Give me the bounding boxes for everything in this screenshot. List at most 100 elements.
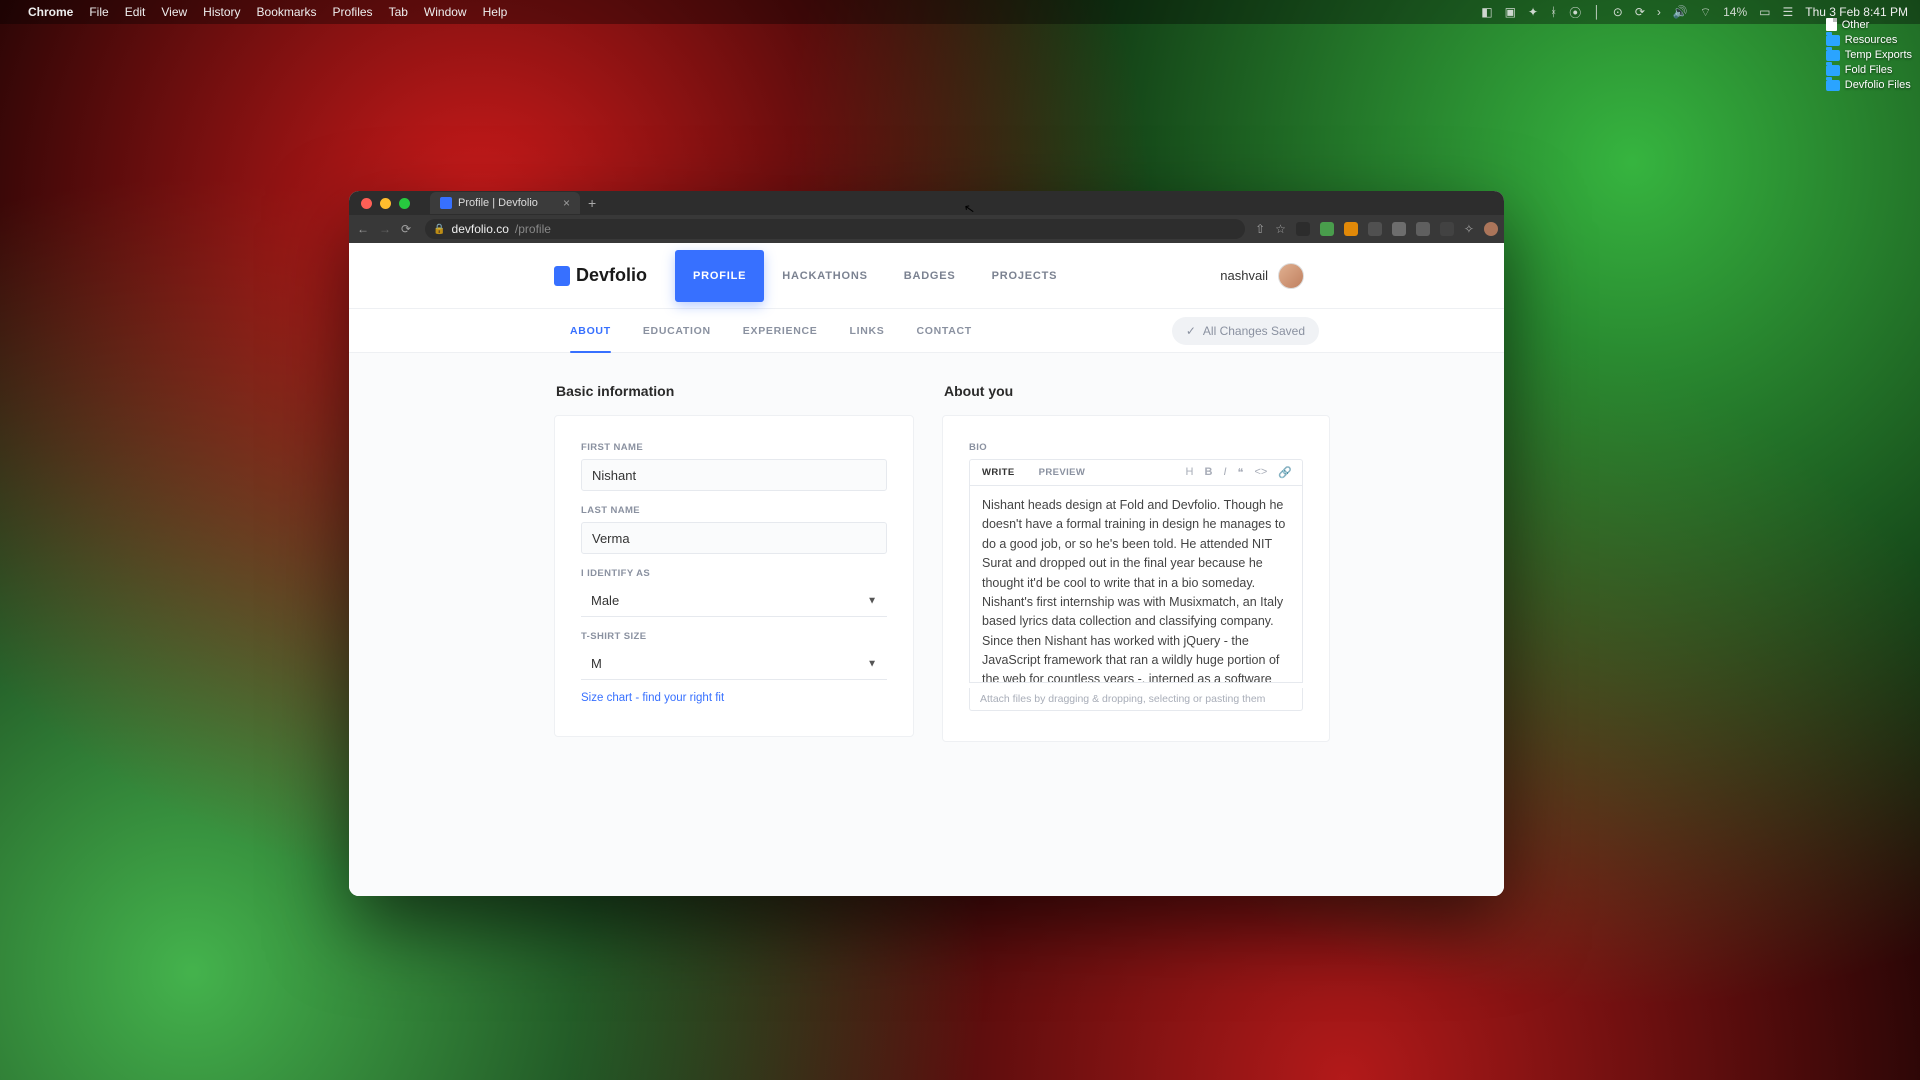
about-you-card: BIO WRITE PREVIEW H B I ❝ <> 🔗 (942, 415, 1330, 742)
chevron-down-icon: ▼ (867, 596, 877, 607)
label-bio: BIO (969, 442, 1303, 453)
label-last-name: LAST NAME (581, 505, 887, 516)
menu-view[interactable]: View (161, 5, 187, 19)
menu-bookmarks[interactable]: Bookmarks (257, 5, 317, 19)
window-minimize[interactable] (380, 198, 391, 209)
status-icon[interactable]: ⟳ (1635, 5, 1645, 19)
menu-file[interactable]: File (89, 5, 108, 19)
address-bar[interactable]: 🔒 devfolio.co/profile (425, 219, 1245, 239)
new-tab-button[interactable]: + (588, 195, 596, 211)
quote-icon[interactable]: ❝ (1238, 466, 1244, 479)
nav-reload-icon[interactable]: ⟳ (401, 222, 411, 236)
battery-percent[interactable]: 14% (1723, 5, 1747, 19)
section-title-basic: Basic information (556, 383, 914, 399)
desktop-item[interactable]: Resources (1826, 34, 1912, 46)
window-close[interactable] (361, 198, 372, 209)
status-icon[interactable]: │ (1593, 5, 1601, 19)
bio-hint[interactable]: Attach files by dragging & dropping, sel… (969, 688, 1303, 711)
section-title-about: About you (944, 383, 1330, 399)
status-icon[interactable]: › (1657, 5, 1661, 19)
window-titlebar[interactable]: Profile | Devfolio × + (349, 191, 1504, 215)
nav-profile[interactable]: PROFILE (675, 250, 764, 302)
extension-icon[interactable] (1440, 222, 1454, 236)
favicon-icon (440, 197, 452, 209)
page-content: Devfolio PROFILE HACKATHONS BADGES PROJE… (349, 243, 1504, 896)
subtab-about[interactable]: ABOUT (554, 309, 627, 352)
profile-subnav: ABOUT EDUCATION EXPERIENCE LINKS CONTACT… (349, 309, 1504, 353)
bio-toolbar: WRITE PREVIEW H B I ❝ <> 🔗 (969, 459, 1303, 485)
status-icon[interactable]: ✦ (1528, 5, 1538, 19)
window-zoom[interactable] (399, 198, 410, 209)
first-name-input[interactable] (581, 459, 887, 491)
browser-tab[interactable]: Profile | Devfolio × (430, 192, 580, 214)
logo-mark-icon (554, 266, 570, 286)
status-icon[interactable]: ⊙ (1613, 5, 1623, 19)
nav-hackathons[interactable]: HACKATHONS (764, 243, 885, 308)
extension-icon[interactable] (1368, 222, 1382, 236)
bio-preview-tab[interactable]: PREVIEW (1027, 467, 1098, 478)
desktop-item[interactable]: Fold Files (1826, 64, 1912, 76)
last-name-input[interactable] (581, 522, 887, 554)
desktop-item[interactable]: Devfolio Files (1826, 79, 1912, 91)
menu-edit[interactable]: Edit (125, 5, 146, 19)
code-icon[interactable]: <> (1254, 466, 1267, 479)
share-icon[interactable]: ⇧ (1255, 222, 1265, 236)
subtab-contact[interactable]: CONTACT (900, 309, 987, 352)
bio-write-tab[interactable]: WRITE (970, 467, 1027, 478)
control-center-icon[interactable]: ☰ (1783, 5, 1794, 19)
nav-badges[interactable]: BADGES (886, 243, 974, 308)
url-path: /profile (515, 222, 551, 236)
extension-icon[interactable] (1392, 222, 1406, 236)
check-icon: ✓ (1186, 324, 1196, 338)
tshirt-select[interactable] (581, 648, 887, 680)
subtab-education[interactable]: EDUCATION (627, 309, 727, 352)
bold-icon[interactable]: B (1205, 466, 1213, 479)
label-tshirt: T-SHIRT SIZE (581, 631, 887, 642)
lock-icon: 🔒 (433, 224, 445, 235)
chevron-down-icon: ▼ (867, 659, 877, 670)
heading-icon[interactable]: H (1186, 466, 1194, 479)
extension-icon[interactable] (1416, 222, 1430, 236)
desktop-item[interactable]: Temp Exports (1826, 49, 1912, 61)
desktop-items: Other Resources Temp Exports Fold Files … (1826, 18, 1912, 91)
menu-window[interactable]: Window (424, 5, 467, 19)
site-header: Devfolio PROFILE HACKATHONS BADGES PROJE… (349, 243, 1504, 309)
menu-history[interactable]: History (203, 5, 240, 19)
status-icon[interactable]: ▣ (1505, 5, 1516, 19)
status-icon[interactable]: ◧ (1481, 5, 1492, 19)
brand-logo[interactable]: Devfolio (554, 265, 647, 286)
username[interactable]: nashvail (1220, 268, 1268, 283)
avatar[interactable] (1278, 263, 1304, 289)
basic-info-card: FIRST NAME LAST NAME I IDENTIFY AS ▼ T-S… (554, 415, 914, 737)
menu-help[interactable]: Help (483, 5, 508, 19)
menu-profiles[interactable]: Profiles (333, 5, 373, 19)
battery-icon[interactable]: ▭ (1759, 5, 1770, 19)
bluetooth-icon[interactable]: ᚼ (1550, 5, 1557, 19)
identify-select[interactable] (581, 585, 887, 617)
brand-name: Devfolio (576, 265, 647, 286)
clock[interactable]: Thu 3 Feb 8:41 PM (1805, 5, 1908, 19)
menu-tab[interactable]: Tab (389, 5, 408, 19)
extensions-icon[interactable]: ✧ (1464, 222, 1474, 236)
wifi-icon[interactable]: ⌔ (1700, 5, 1711, 20)
bookmark-icon[interactable]: ☆ (1275, 222, 1286, 236)
profile-avatar-icon[interactable] (1484, 222, 1498, 236)
folder-icon (1826, 65, 1840, 76)
extension-icon[interactable] (1344, 222, 1358, 236)
link-icon[interactable]: 🔗 (1278, 466, 1292, 479)
desktop-item[interactable]: Other (1826, 18, 1912, 31)
tab-close-icon[interactable]: × (563, 196, 570, 210)
extension-icon[interactable] (1296, 222, 1310, 236)
nav-forward-icon[interactable]: → (379, 222, 391, 236)
status-icon[interactable]: ⦿ (1569, 4, 1581, 21)
subtab-links[interactable]: LINKS (833, 309, 900, 352)
nav-back-icon[interactable]: ← (357, 222, 369, 236)
size-chart-link[interactable]: Size chart - find your right fit (581, 692, 724, 704)
nav-projects[interactable]: PROJECTS (974, 243, 1076, 308)
italic-icon[interactable]: I (1223, 466, 1226, 479)
subtab-experience[interactable]: EXPERIENCE (727, 309, 834, 352)
volume-icon[interactable]: 🔊 (1673, 5, 1688, 19)
bio-textarea[interactable] (969, 485, 1303, 683)
app-name[interactable]: Chrome (28, 5, 73, 19)
extension-icon[interactable] (1320, 222, 1334, 236)
